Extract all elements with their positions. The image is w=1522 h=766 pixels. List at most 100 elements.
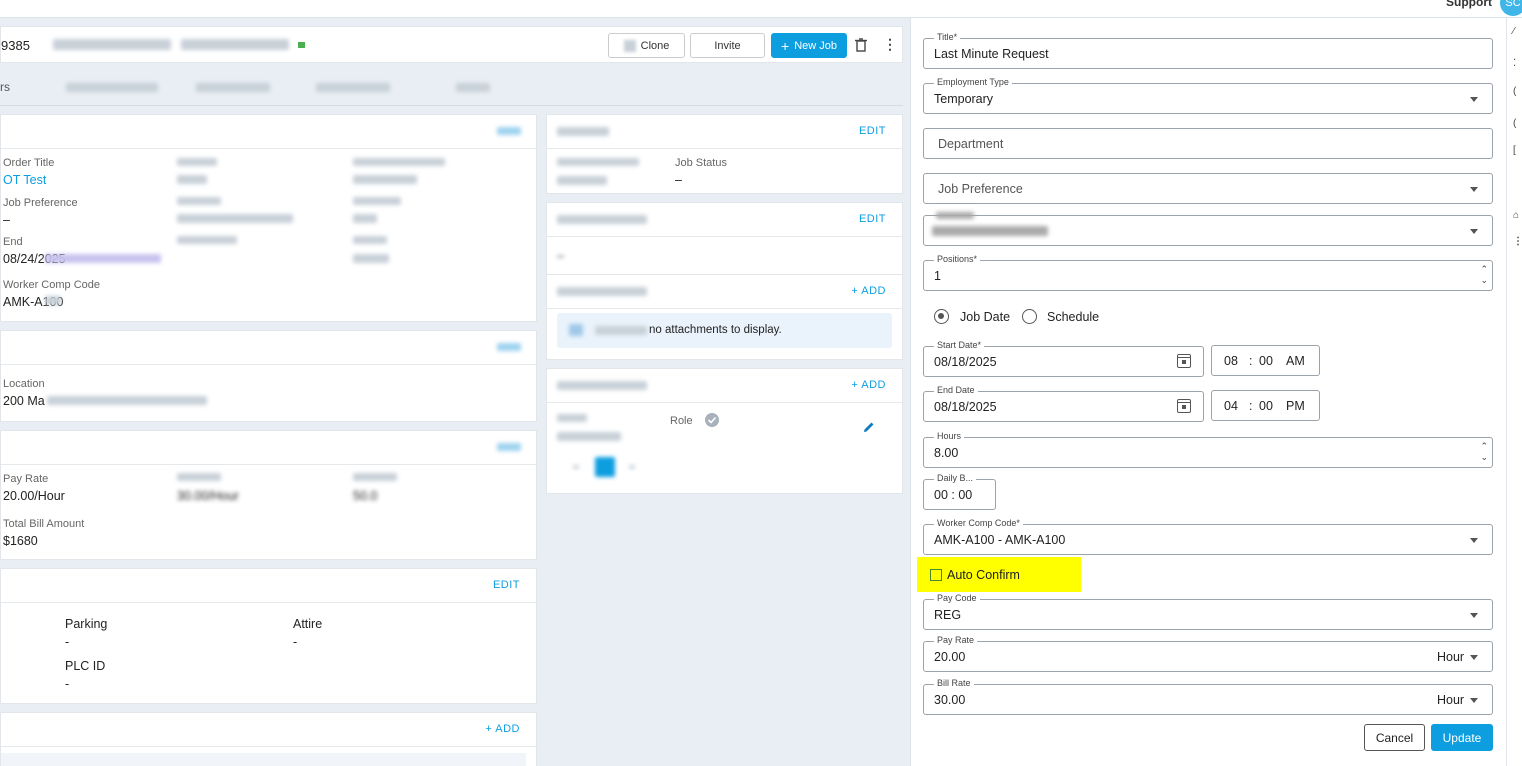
card-header: EDIT [1, 569, 536, 603]
end-time-field[interactable]: 04 : 00 PM [1211, 390, 1320, 421]
end-minute[interactable]: 00 [1259, 399, 1273, 413]
end-ampm[interactable]: PM [1286, 399, 1305, 413]
rail-icon[interactable]: [ [1513, 145, 1516, 156]
rail-icon[interactable]: ⌂ [1513, 210, 1519, 221]
edit-link[interactable]: EDIT [859, 125, 886, 137]
add-link[interactable]: + ADD [485, 723, 520, 735]
cancel-button[interactable]: Cancel [1364, 724, 1425, 751]
positions-label: Positions* [934, 254, 981, 264]
redacted-edit[interactable] [497, 127, 521, 135]
auto-confirm-label: Auto Confirm [947, 568, 1020, 582]
tab-redacted-4[interactable] [456, 83, 490, 92]
start-minute[interactable]: 00 [1259, 354, 1273, 368]
tab-redacted-2[interactable] [196, 83, 270, 92]
schedule-label: Schedule [1047, 310, 1100, 324]
tabs-row: rs [0, 66, 903, 106]
pencil-icon[interactable] [863, 421, 875, 433]
redacted-field [45, 296, 61, 305]
hours-value: 8.00 [934, 446, 959, 460]
start-ampm[interactable]: AM [1286, 354, 1305, 368]
start-hour[interactable]: 08 [1224, 354, 1238, 368]
time-separator: : [1249, 354, 1253, 368]
number-spinner-icon[interactable]: ⌃ ⌄ [1480, 264, 1488, 286]
start-date-field[interactable]: Start Date* 08/18/2025 [923, 340, 1204, 377]
clone-label: Clone [640, 39, 670, 52]
job-status-label: Job Status [675, 157, 727, 169]
edit-link[interactable]: EDIT [859, 213, 886, 225]
new-job-button[interactable]: + New Job [771, 33, 847, 58]
auto-confirm-checkbox[interactable] [930, 569, 942, 581]
card-header [1, 331, 536, 365]
job-date-radio[interactable] [934, 309, 949, 324]
chevron-down-icon [1470, 187, 1478, 192]
rail-icon[interactable]: ( [1513, 86, 1516, 97]
job-header: 9385 Clone Invite + New Job ⋮ [0, 26, 903, 63]
tab-workers-partial[interactable]: rs [0, 80, 10, 94]
parking-label: Parking [65, 617, 108, 631]
card-header: EDIT [547, 115, 902, 149]
worker-comp-select[interactable]: Worker Comp Code* AMK-A100 - AMK-A100 [923, 518, 1493, 555]
bill-rate-field[interactable]: Bill Rate 30.00 Hour [923, 678, 1493, 715]
number-spinner-icon[interactable]: ⌃ ⌄ [1480, 441, 1488, 463]
pay-rate-unit[interactable]: Hour [1437, 650, 1464, 664]
daily-break-value: 00 : 00 [934, 488, 973, 502]
rail-icon[interactable]: ⁄ [1513, 26, 1515, 37]
title-field[interactable]: Title* Last Minute Request [923, 32, 1493, 69]
notes-card: + ADD [0, 712, 537, 766]
more-vert-icon[interactable]: ⋮ [883, 36, 897, 53]
pay-code-select[interactable]: Pay Code REG [923, 593, 1493, 630]
redacted-field [177, 175, 207, 184]
redacted-field [177, 214, 293, 223]
edit-link[interactable]: EDIT [493, 579, 520, 591]
schedule-radio[interactable] [1022, 309, 1037, 324]
end-hour[interactable]: 04 [1224, 399, 1238, 413]
redacted-field [353, 214, 377, 223]
pay-rate-value: 20.00 [934, 650, 966, 664]
bill-rate-unit[interactable]: Hour [1437, 693, 1464, 707]
hours-label: Hours [934, 431, 965, 441]
order-title-value[interactable]: OT Test [3, 173, 46, 187]
tab-redacted-3[interactable] [316, 83, 390, 92]
trash-icon[interactable] [855, 38, 867, 52]
daily-break-field[interactable]: Daily B... 00 : 00 [923, 473, 996, 510]
positions-field[interactable]: Positions* 1 ⌃ ⌄ [923, 254, 1493, 291]
role-badge[interactable] [595, 457, 615, 477]
redacted-field [177, 158, 217, 166]
redacted-select[interactable] [923, 212, 1493, 246]
employment-type-select[interactable]: Employment Type Temporary [923, 77, 1493, 114]
redacted-edit[interactable] [497, 343, 521, 351]
redacted-field [353, 236, 387, 244]
start-time-field[interactable]: 08 : 00 AM [1211, 345, 1320, 376]
chevron-down-icon [1470, 613, 1478, 618]
support-link[interactable]: Support [1446, 0, 1492, 9]
more-vert-icon[interactable]: ⋮ [1513, 236, 1522, 247]
add-link[interactable]: + ADD [851, 379, 886, 391]
hours-field[interactable]: Hours 8.00 ⌃ ⌄ [923, 431, 1493, 468]
department-field[interactable]: Department [923, 128, 1493, 159]
card-header: + ADD [1, 713, 536, 747]
calendar-icon[interactable] [1177, 354, 1191, 368]
invite-button[interactable]: Invite [690, 33, 765, 58]
rail-icon[interactable]: ( [1513, 118, 1516, 129]
redacted-edit[interactable] [497, 443, 521, 451]
status-dot [298, 42, 305, 48]
job-pref-value: – [3, 213, 10, 227]
redacted-text [595, 326, 647, 335]
pay-rate-field[interactable]: Pay Rate 20.00 Hour [923, 635, 1493, 672]
pay-code-value: REG [934, 608, 962, 622]
job-preference-select[interactable]: Job Preference [923, 173, 1493, 204]
card-header: EDIT [547, 203, 902, 237]
clone-button[interactable]: Clone [608, 33, 685, 58]
add-link[interactable]: + ADD [851, 285, 886, 297]
rail-icon[interactable]: ⁚ [1513, 58, 1516, 69]
user-avatar[interactable]: SC [1500, 0, 1522, 16]
calendar-icon[interactable] [1177, 399, 1191, 413]
end-date-field[interactable]: End Date 08/18/2025 [923, 385, 1204, 422]
department-placeholder: Department [938, 137, 1004, 151]
tab-redacted-1[interactable] [66, 83, 158, 92]
employment-type-value: Temporary [934, 92, 994, 106]
plc-id-label: PLC ID [65, 659, 106, 673]
redacted-field [629, 465, 635, 469]
redacted-value [932, 226, 1048, 236]
update-button[interactable]: Update [1431, 724, 1493, 751]
